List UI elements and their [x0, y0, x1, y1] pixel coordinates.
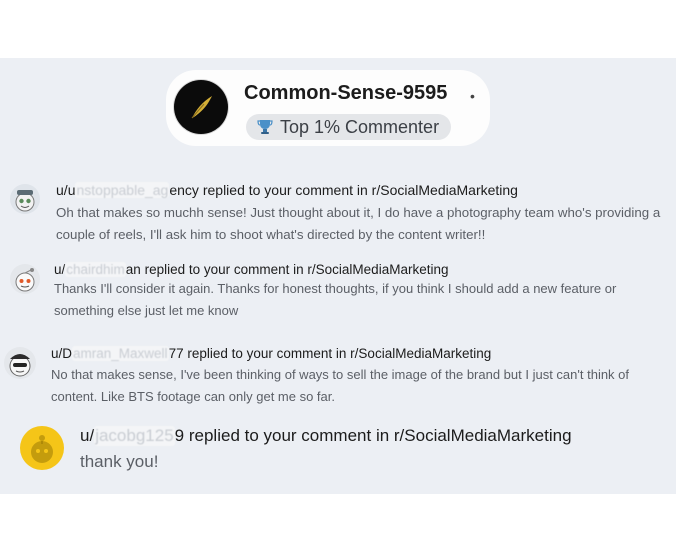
profile-avatar[interactable] — [174, 80, 228, 134]
notification-body: No that makes sense, I've been thinking … — [51, 367, 630, 404]
notification-item[interactable]: u/unstoppable_agency replied to your com… — [0, 178, 676, 250]
notification-body: Thanks I'll consider it again. Thanks fo… — [54, 281, 617, 318]
redacted-username: jacobg125 — [94, 426, 175, 446]
feather-logo-icon — [191, 96, 212, 119]
notification-item[interactable]: u/Damran_Maxwell77 replied to your comme… — [0, 341, 676, 413]
redacted-username: chairdhim — [65, 262, 126, 277]
snoo-avatar-icon[interactable] — [10, 184, 40, 214]
notification-title[interactable]: u/Damran_Maxwell77 replied to your comme… — [51, 346, 491, 361]
snoo-avatar-icon[interactable] — [10, 264, 40, 294]
notification-title[interactable]: u/chairdhiman replied to your comment in… — [54, 262, 448, 277]
notification-title[interactable]: u/jacobg1259 replied to your comment in … — [80, 426, 572, 446]
flair-label: Top 1% Commenter — [280, 116, 440, 137]
notification-item[interactable]: u/jacobg1259 replied to your comment in … — [0, 420, 676, 490]
notification-body: Oh that makes so muchh sense! Just thoug… — [56, 205, 661, 242]
profile-chip[interactable]: Common-Sense-9595 • Top 1% Commenter — [166, 70, 490, 146]
snoo-yellow-avatar-icon[interactable] — [20, 426, 64, 470]
snoo-avatar-icon[interactable] — [4, 347, 36, 379]
redacted-username: amran_Maxwell — [72, 346, 169, 361]
trophy-icon — [257, 120, 273, 134]
notifications-panel: Common-Sense-9595 • Top 1% Commenter u/u… — [0, 58, 676, 494]
user-flair: Top 1% Commenter — [246, 114, 452, 140]
redacted-username: nstoppable_ag — [75, 182, 170, 198]
notification-title[interactable]: u/unstoppable_agency replied to your com… — [56, 182, 518, 198]
notification-body: thank you! — [80, 452, 159, 471]
separator-dot: • — [470, 88, 475, 104]
notification-item[interactable]: u/chairdhiman replied to your comment in… — [0, 258, 676, 330]
profile-username[interactable]: Common-Sense-9595 — [244, 82, 447, 105]
